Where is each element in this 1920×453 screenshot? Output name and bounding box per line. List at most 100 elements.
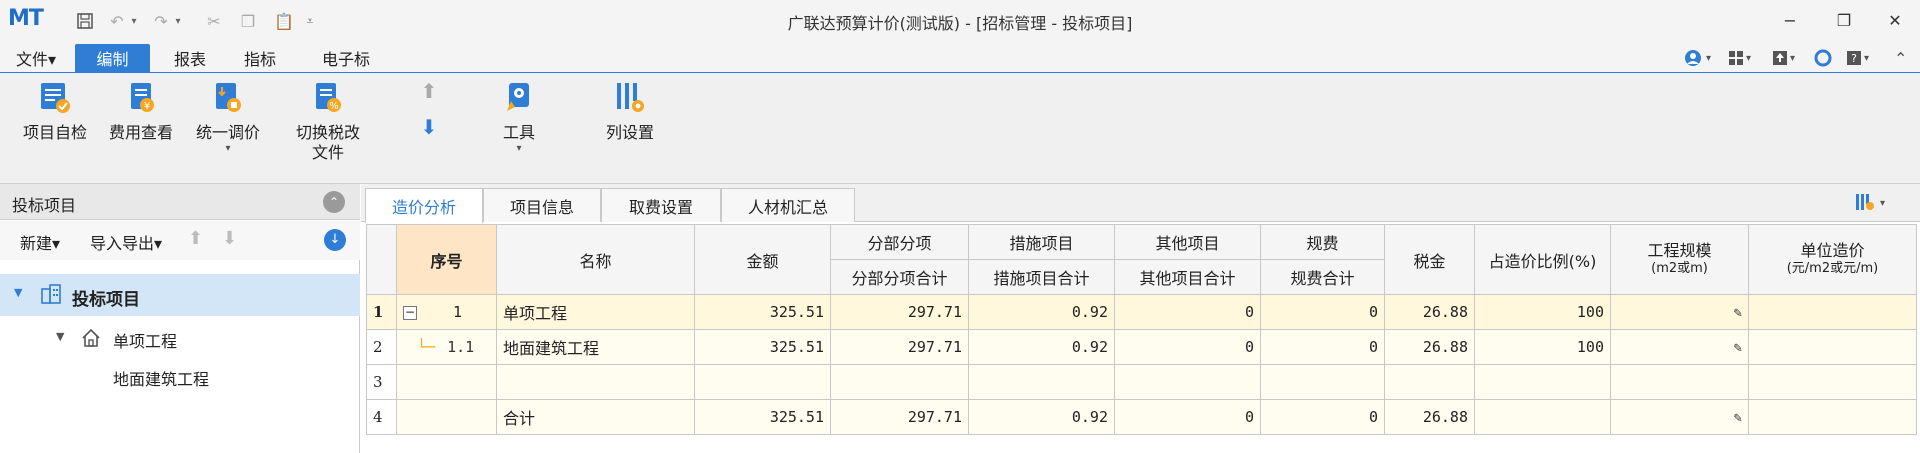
header-unit-cost[interactable]: 单位造价 (元/m2或元/m) <box>1748 224 1917 295</box>
tree-move-up-icon[interactable]: ⬆ <box>188 228 203 249</box>
download-icon[interactable]: ↓ <box>324 229 346 251</box>
upload-icon[interactable]: ▾ <box>1772 48 1795 68</box>
tab-project-info[interactable]: 项目信息 <box>483 188 601 222</box>
support-icon[interactable] <box>1814 48 1832 68</box>
collapse-node-icon[interactable]: − <box>403 305 417 320</box>
scale-cell[interactable] <box>1610 364 1749 400</box>
fees-cell[interactable] <box>1260 364 1385 400</box>
minimize-icon[interactable]: − <box>1775 8 1805 32</box>
measures-cell[interactable] <box>968 364 1115 400</box>
table-row[interactable]: 1 −1 单项工程 325.51 297.71 0.92 0 0 26.88 1… <box>366 294 1917 330</box>
fees-cell[interactable]: 0 <box>1260 294 1385 330</box>
tax-cell[interactable]: 26.88 <box>1384 329 1475 365</box>
ratio-cell[interactable] <box>1474 399 1611 435</box>
ratio-cell[interactable]: 100 <box>1474 329 1611 365</box>
collapse-ribbon-icon[interactable]: ⌃ <box>1894 48 1907 68</box>
header-others[interactable]: 其他项目 <box>1114 224 1261 260</box>
sub-items-cell[interactable]: 297.71 <box>830 294 969 330</box>
seq-cell[interactable] <box>396 399 497 435</box>
menu-tab-etender[interactable]: 电子标 <box>310 44 382 72</box>
tree-expand-icon[interactable]: ▼ <box>56 330 64 343</box>
sub-items-cell[interactable] <box>830 364 969 400</box>
amount-cell[interactable]: 325.51 <box>694 329 831 365</box>
others-cell[interactable] <box>1114 364 1261 400</box>
seq-cell[interactable]: −1 <box>396 294 497 330</box>
header-tax[interactable]: 税金 <box>1384 224 1475 295</box>
tab-column-settings-icon[interactable]: ▾ <box>1855 192 1885 216</box>
header-seq[interactable]: 序号 <box>396 224 497 295</box>
header-name[interactable]: 名称 <box>496 224 695 295</box>
unit-cost-cell[interactable] <box>1748 399 1917 435</box>
fees-cell[interactable]: 0 <box>1260 329 1385 365</box>
restore-icon[interactable]: ❐ <box>1829 8 1859 32</box>
menu-tab-report[interactable]: 报表 <box>160 44 220 72</box>
tree-item-ground-construction[interactable]: 地面建筑工程 <box>0 358 360 394</box>
self-check-button[interactable]: 项目自检 <box>18 81 92 143</box>
amount-cell[interactable]: 325.51 <box>694 294 831 330</box>
tree-item-bid-project[interactable]: ▼ 投标项目 <box>0 274 360 316</box>
measures-cell[interactable]: 0.92 <box>968 294 1115 330</box>
unit-cost-cell[interactable] <box>1748 294 1917 330</box>
header-scale[interactable]: 工程规模 (m2或m) <box>1610 224 1749 295</box>
measures-cell[interactable]: 0.92 <box>968 329 1115 365</box>
name-cell[interactable]: 单项工程 <box>496 294 695 330</box>
header-others-total[interactable]: 其他项目合计 <box>1114 259 1261 295</box>
edit-pencil-icon[interactable]: ✎ <box>1734 340 1742 356</box>
tab-labor-material-summary[interactable]: 人材机汇总 <box>721 188 855 222</box>
header-fees[interactable]: 规费 <box>1260 224 1385 260</box>
tree-expand-icon[interactable]: ▼ <box>14 286 22 299</box>
menu-tab-index[interactable]: 指标 <box>230 44 290 72</box>
unit-cost-cell[interactable] <box>1748 329 1917 365</box>
tab-cost-analysis[interactable]: 造价分析 <box>365 188 483 223</box>
header-sub-items-total[interactable]: 分部分项合计 <box>830 259 969 295</box>
scale-cell[interactable]: ✎ <box>1610 399 1749 435</box>
tools-button[interactable]: 工具 ▾ <box>494 81 544 155</box>
others-cell[interactable]: 0 <box>1114 294 1261 330</box>
collapse-pane-icon[interactable]: ⌃ <box>323 191 345 213</box>
unified-adjust-button[interactable]: 统一调价 ▾ <box>188 81 268 155</box>
measures-cell[interactable]: 0.92 <box>968 399 1115 435</box>
switch-tax-file-button[interactable]: % 切换税改 文件 <box>286 81 370 163</box>
edit-pencil-icon[interactable]: ✎ <box>1734 410 1742 426</box>
name-cell[interactable]: 合计 <box>496 399 695 435</box>
new-button[interactable]: 新建▾ <box>20 230 60 254</box>
tax-cell[interactable]: 26.88 <box>1384 399 1475 435</box>
sub-items-cell[interactable]: 297.71 <box>830 329 969 365</box>
unit-cost-cell[interactable] <box>1748 364 1917 400</box>
menu-file[interactable]: 文件▾ <box>8 44 64 72</box>
ratio-cell[interactable] <box>1474 364 1611 400</box>
menu-tab-edit[interactable]: 编制 <box>75 44 150 72</box>
amount-cell[interactable] <box>694 364 831 400</box>
tree-item-single-project[interactable]: ▼ 单项工程 <box>0 320 360 356</box>
table-row[interactable]: 3 <box>366 364 1917 400</box>
tab-fee-settings[interactable]: 取费设置 <box>601 188 721 222</box>
table-row[interactable]: 2 └─ 1.1 地面建筑工程 325.51 297.71 0.92 0 0 26… <box>366 329 1917 365</box>
scale-cell[interactable]: ✎ <box>1610 329 1749 365</box>
grid-view-icon[interactable]: ▾ <box>1728 48 1751 68</box>
seq-cell[interactable] <box>396 364 497 400</box>
tree-move-down-icon[interactable]: ⬇ <box>222 228 237 249</box>
table-row-total[interactable]: 4 合计 325.51 297.71 0.92 0 0 26.88 ✎ <box>366 399 1917 435</box>
import-export-button[interactable]: 导入导出▾ <box>90 230 162 254</box>
tax-cell[interactable] <box>1384 364 1475 400</box>
header-ratio[interactable]: 占造价比例(%) <box>1474 224 1611 295</box>
header-measures[interactable]: 措施项目 <box>968 224 1115 260</box>
arrow-down-icon[interactable]: ⬇ <box>421 117 438 137</box>
name-cell[interactable] <box>496 364 695 400</box>
column-settings-button[interactable]: 列设置 <box>600 81 660 143</box>
user-icon[interactable]: ▾ <box>1684 48 1711 68</box>
header-sub-items[interactable]: 分部分项 <box>830 224 969 260</box>
ratio-cell[interactable]: 100 <box>1474 294 1611 330</box>
tax-cell[interactable]: 26.88 <box>1384 294 1475 330</box>
help-icon[interactable]: ? ▾ <box>1846 48 1869 68</box>
move-up-button[interactable]: ⬆ ⬇ <box>414 81 444 137</box>
name-cell[interactable]: 地面建筑工程 <box>496 329 695 365</box>
amount-cell[interactable]: 325.51 <box>694 399 831 435</box>
edit-pencil-icon[interactable]: ✎ <box>1734 305 1742 321</box>
header-amount[interactable]: 金额 <box>694 224 831 295</box>
others-cell[interactable]: 0 <box>1114 329 1261 365</box>
others-cell[interactable]: 0 <box>1114 399 1261 435</box>
seq-cell[interactable]: └─ 1.1 <box>396 329 497 365</box>
fees-cell[interactable]: 0 <box>1260 399 1385 435</box>
scale-cell[interactable]: ✎ <box>1610 294 1749 330</box>
